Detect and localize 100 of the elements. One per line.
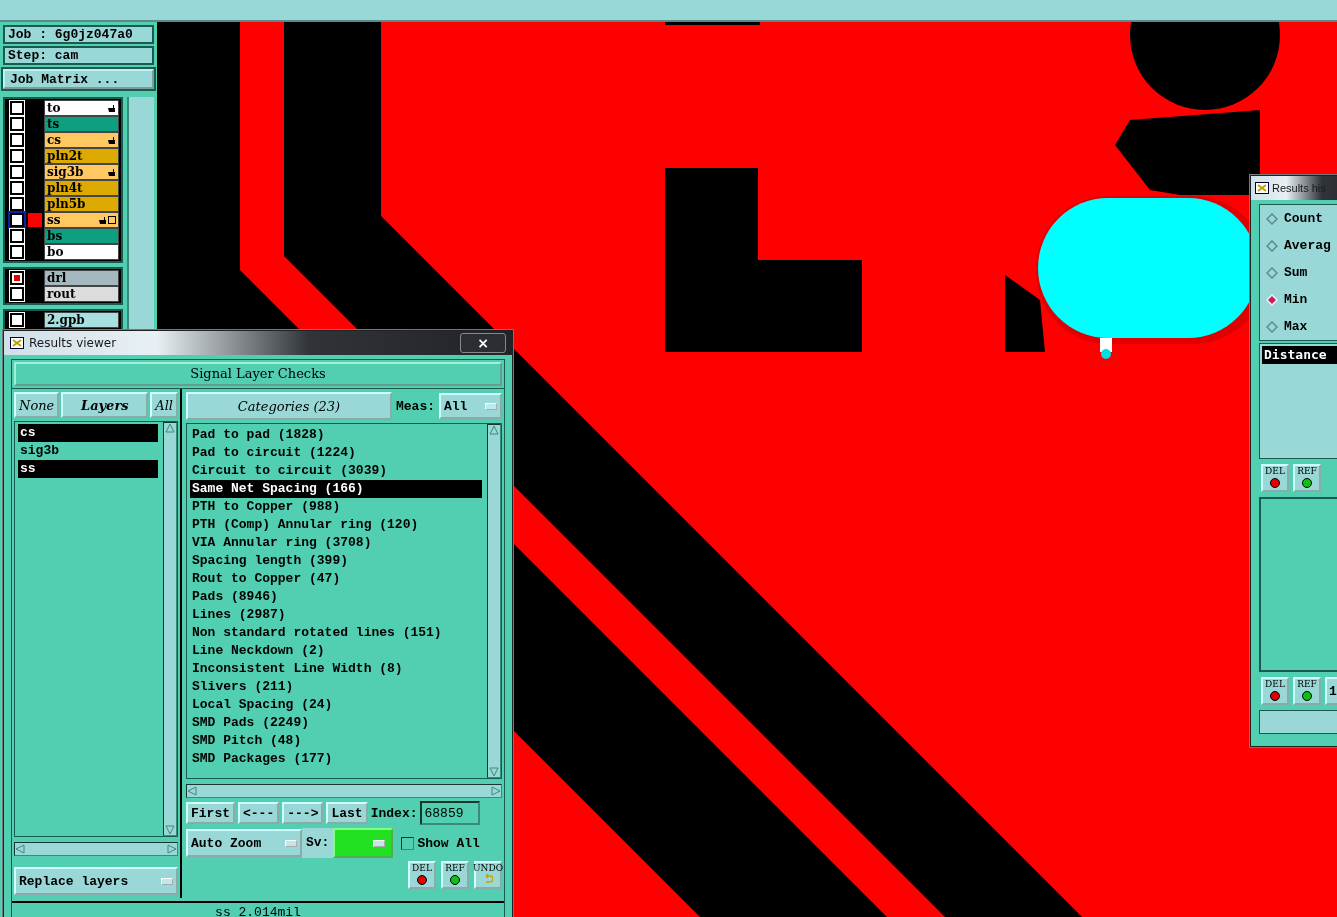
vertical-scrollbar[interactable] (127, 97, 154, 331)
layer-list-item[interactable]: sig3b (18, 442, 158, 460)
layer-checkbox[interactable] (10, 133, 24, 147)
category-item[interactable]: Slivers (211) (190, 678, 482, 696)
layer-label: pln2t (47, 149, 83, 163)
index-field[interactable]: 68859 (420, 801, 481, 825)
layer-checkbox[interactable] (10, 165, 24, 179)
category-item[interactable]: Local Spacing (24) (190, 696, 482, 714)
layer-toggle-button[interactable]: All (150, 392, 178, 418)
job-matrix-button[interactable]: Job Matrix ... (3, 69, 154, 89)
measure-item[interactable]: Distance (1262, 346, 1337, 364)
layer-name[interactable]: rout (44, 286, 119, 302)
panel-heading: Signal Layer Checks (14, 362, 502, 386)
layer-checkbox[interactable] (10, 287, 24, 301)
step-label: Step: cam (3, 46, 154, 65)
ref-button[interactable]: REF (441, 861, 469, 889)
layer-name[interactable]: 2.gpb (44, 312, 119, 328)
grid-icon (108, 216, 116, 224)
stat-radio[interactable]: Min (1266, 290, 1337, 309)
category-item[interactable]: Non standard rotated lines (151) (190, 624, 482, 642)
category-item[interactable]: Lines (2987) (190, 606, 482, 624)
nav-button[interactable]: Last (326, 802, 368, 824)
layer-name[interactable]: bo (44, 244, 119, 260)
layer-name[interactable]: to (44, 100, 119, 116)
layer-label: ts (47, 117, 60, 131)
layers-header[interactable]: Layers (61, 392, 149, 418)
stat-radio[interactable]: Averag (1266, 236, 1337, 255)
stat-radio[interactable]: Sum (1266, 263, 1337, 282)
category-item[interactable]: Pad to pad (1828) (190, 426, 482, 444)
category-item[interactable]: Inconsistent Line Width (8) (190, 660, 482, 678)
category-item[interactable]: Pad to circuit (1224) (190, 444, 482, 462)
nav-button[interactable]: First (186, 802, 235, 824)
layer-name[interactable]: cs (44, 132, 119, 148)
layer-list-item[interactable]: ss (18, 460, 158, 478)
layer-label: bs (47, 229, 63, 243)
layer-checkbox[interactable] (10, 149, 24, 163)
category-item[interactable]: SMD Pitch (48) (190, 732, 482, 750)
category-item[interactable]: PTH to Copper (988) (190, 498, 482, 516)
replace-layers-dropdown[interactable]: Replace layers (14, 867, 178, 895)
app-icon (1255, 182, 1269, 194)
layer-checkbox[interactable] (10, 213, 24, 227)
meas-dropdown[interactable]: All (439, 393, 502, 419)
layer-checkbox[interactable] (10, 245, 24, 259)
category-item[interactable]: Rout to Copper (47) (190, 570, 482, 588)
button-label: 1 (1329, 685, 1337, 697)
layer-checkbox[interactable] (10, 313, 24, 327)
zoom-dropdown[interactable]: Auto Zoom (186, 829, 302, 857)
del-button[interactable]: DEL (1261, 464, 1289, 492)
stat-radio[interactable]: Count (1266, 209, 1337, 228)
category-item[interactable]: SMD Packages (177) (190, 750, 482, 768)
layer-label: pln5b (47, 197, 86, 211)
layer-name[interactable]: drl (44, 270, 119, 286)
categories-header[interactable]: Categories (23) (186, 392, 392, 420)
toolbar-button[interactable]: 1 (1325, 677, 1337, 705)
del-button[interactable]: DEL (1261, 677, 1289, 705)
category-item[interactable]: SMD Pads (2249) (190, 714, 482, 732)
del-button[interactable]: DEL (408, 861, 436, 889)
category-item[interactable]: Line Neckdown (2) (190, 642, 482, 660)
layer-label: drl (47, 271, 67, 285)
category-item[interactable]: VIA Annular ring (3708) (190, 534, 482, 552)
show-all-checkbox[interactable] (401, 836, 415, 850)
layer-name[interactable]: ts (44, 116, 119, 132)
nav-button[interactable]: <--- (238, 802, 280, 824)
status-bar: ss 2.014mil (12, 901, 504, 917)
layer-checkbox[interactable] (10, 117, 24, 131)
layer-toggle-button[interactable]: None (14, 392, 60, 418)
ref-button[interactable]: REF (1293, 677, 1321, 705)
stat-radio[interactable]: Max (1266, 317, 1337, 336)
meas-label: Meas: (396, 398, 435, 414)
layer-label: cs (47, 133, 62, 147)
job-label: Job : 6g0jz047a0 (3, 25, 154, 44)
layer-name[interactable]: pln4t (44, 180, 119, 196)
layer-checkbox[interactable] (10, 181, 24, 195)
layer-name[interactable]: pln5b (44, 196, 119, 212)
layer-name[interactable]: bs (44, 228, 119, 244)
category-item[interactable]: Pads (8946) (190, 588, 482, 606)
option-indicator-icon (285, 839, 297, 847)
option-indicator-icon (373, 839, 386, 847)
hand-icon (107, 103, 116, 113)
layer-checkbox[interactable] (10, 197, 24, 211)
category-item[interactable]: Same Net Spacing (166) (190, 480, 482, 498)
ref-button[interactable]: REF (1293, 464, 1321, 492)
undo-icon (483, 874, 493, 884)
layer-label: pln4t (47, 181, 83, 195)
category-item[interactable]: Circuit to circuit (3039) (190, 462, 482, 480)
layer-checkbox[interactable] (10, 101, 24, 115)
layer-name[interactable]: pln2t (44, 148, 119, 164)
hand-icon (107, 167, 116, 177)
layer-label: sig3b (47, 165, 84, 179)
category-item[interactable]: PTH (Comp) Annular ring (120) (190, 516, 482, 534)
layer-name[interactable]: ss (44, 212, 119, 228)
sv-label: Sv: (302, 828, 334, 858)
layer-list-item[interactable]: cs (18, 424, 158, 442)
layer-name[interactable]: sig3b (44, 164, 119, 180)
layer-checkbox[interactable] (10, 271, 24, 285)
layer-checkbox[interactable] (10, 229, 24, 243)
close-button[interactable]: × (460, 333, 506, 353)
nav-button[interactable]: ---> (282, 802, 324, 824)
undo-button[interactable]: UNDO (474, 861, 502, 889)
category-item[interactable]: Spacing length (399) (190, 552, 482, 570)
